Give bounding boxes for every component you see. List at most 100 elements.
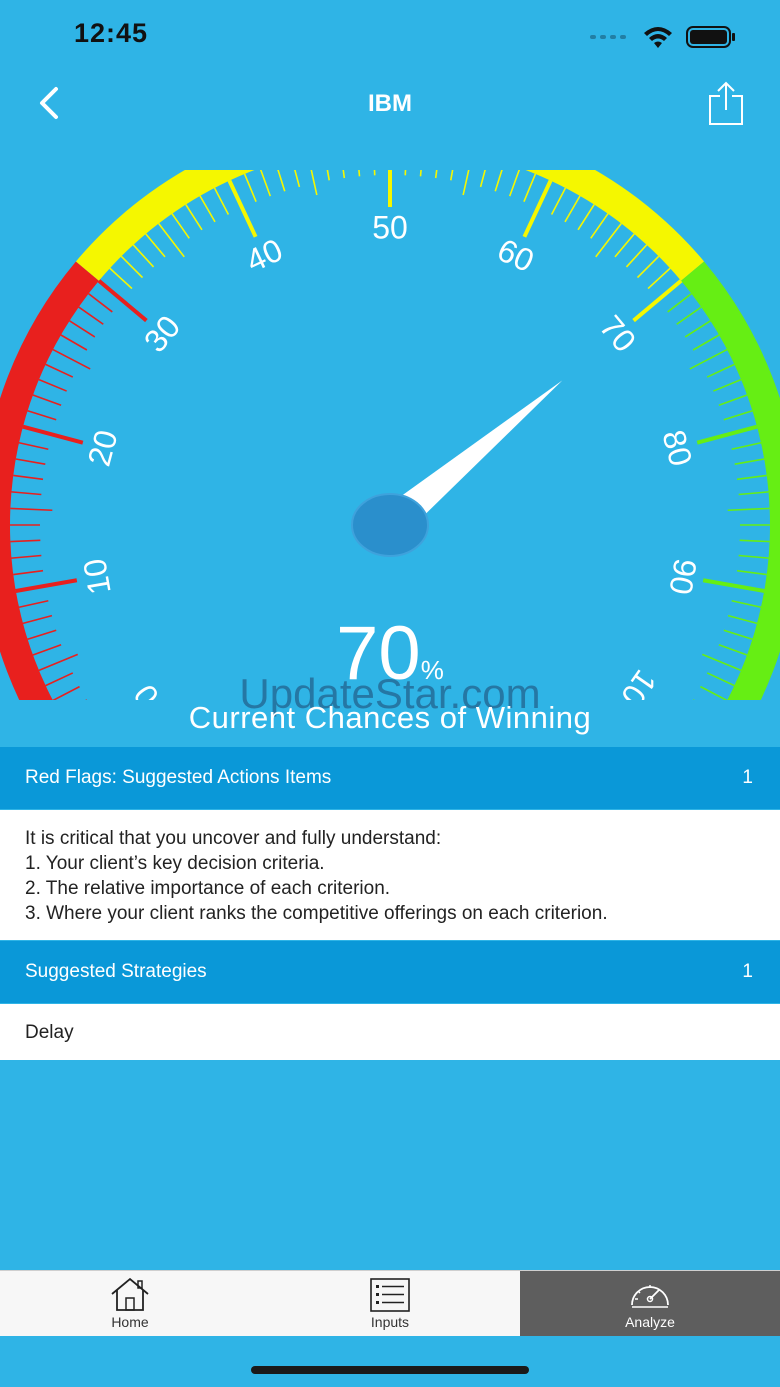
red-flags-line: 1. Your client’s key decision criteria. — [25, 853, 325, 874]
gauge-minor-tick — [171, 213, 190, 239]
gauge-minor-tick — [731, 441, 762, 451]
gauge-minor-tick — [11, 554, 42, 559]
strategies-title: Suggested Strategies — [25, 961, 207, 982]
gauge-minor-tick — [523, 173, 537, 202]
speedometer-icon — [631, 1285, 669, 1308]
wifi-icon — [644, 27, 672, 48]
gauge-minor-tick — [692, 334, 720, 351]
gauge-major-tick — [702, 578, 765, 593]
status-bar: 12:45 — [0, 0, 780, 70]
gauge-minor-tick — [15, 458, 46, 466]
navigation-bar: IBM — [0, 72, 780, 136]
gauge-minor-tick — [199, 195, 216, 223]
red-flags-line: 2. The relative importance of each crite… — [25, 878, 391, 899]
gauge-minor-tick — [132, 244, 155, 268]
gauge-minor-tick — [462, 170, 470, 196]
gauge-minor-tick — [667, 293, 692, 313]
gauge-minor-tick — [590, 213, 609, 239]
gauge-minor-tick — [27, 409, 57, 421]
gauge-tick-label: 90 — [662, 556, 704, 597]
gauge-minor-tick — [109, 267, 133, 290]
gauge-major-tick — [696, 424, 758, 445]
tab-analyze[interactable]: Analyze — [520, 1271, 780, 1336]
gauge-minor-tick — [358, 170, 361, 177]
gauge-tick-label: 50 — [372, 209, 408, 245]
gauge-minor-tick — [595, 223, 622, 258]
gauge-minor-tick — [449, 170, 454, 181]
red-flags-body: It is critical that you uncover and full… — [0, 810, 780, 940]
home-indicator — [251, 1366, 529, 1374]
gauge-major-tick — [97, 279, 148, 323]
gauge-minor-tick — [727, 507, 770, 512]
gauge-minor-tick — [494, 170, 503, 192]
strategies-header[interactable]: Suggested Strategies 1 — [0, 941, 780, 1003]
gauge-caption: Current Chances of Winning — [188, 700, 592, 735]
status-time: 12:45 — [74, 18, 149, 48]
page-title: IBM — [368, 90, 412, 117]
gauge-minor-tick — [731, 599, 762, 609]
home-icon — [111, 1277, 149, 1311]
gauge-minor-tick — [145, 233, 166, 258]
gauge-minor-tick — [738, 554, 769, 559]
gauge-minor-tick — [45, 363, 74, 378]
gauge-minor-tick — [684, 320, 711, 338]
gauge-minor-tick — [213, 187, 230, 215]
tab-analyze-label: Analyze — [625, 1314, 675, 1330]
gauge-minor-tick — [78, 306, 104, 325]
gauge-minor-tick — [88, 293, 113, 313]
gauge-minor-tick — [636, 255, 660, 279]
gauge-minor-tick — [243, 173, 257, 202]
share-button[interactable] — [706, 80, 746, 126]
gauge-minor-tick — [577, 204, 595, 231]
gauge-minor-tick — [739, 539, 770, 543]
gauge-minor-tick — [10, 507, 53, 512]
gauge-minor-tick — [259, 170, 272, 197]
gauge-minor-tick — [13, 474, 44, 481]
red-flags-line: It is critical that you uncover and full… — [25, 828, 442, 849]
gauge-minor-tick — [508, 170, 521, 197]
gauge-major-tick — [632, 279, 683, 323]
red-flags-title: Red Flags: Suggested Actions Items — [25, 767, 332, 788]
gauge-minor-tick — [69, 320, 96, 338]
gauge-minor-tick — [294, 170, 301, 188]
gauge-minor-tick — [614, 233, 635, 258]
gauge-tick-label: 10 — [76, 556, 118, 597]
strategies-count: 1 — [742, 961, 753, 982]
red-flags-line: 3. Where your client ranks the competiti… — [25, 903, 608, 924]
gauge-minor-tick — [625, 244, 648, 268]
gauge-minor-tick — [342, 170, 346, 179]
gauge-minor-tick — [706, 363, 735, 378]
gauge-minor-tick — [11, 491, 42, 496]
gauge-minor-tick — [310, 170, 318, 196]
gauge-minor-tick — [434, 170, 438, 179]
gauge-minor-tick — [736, 569, 767, 576]
gauge-tick-label: 60 — [492, 231, 539, 279]
gauge-minor-tick — [419, 170, 422, 177]
gauge-minor-tick — [738, 491, 769, 496]
gauge-minor-tick — [689, 348, 728, 370]
tab-bar: Home Inputs Analyze — [0, 1270, 780, 1336]
gauge-minor-tick — [718, 394, 748, 407]
gauge-tick-label: 80 — [655, 426, 699, 470]
tab-home[interactable]: Home — [0, 1271, 260, 1336]
tab-inputs[interactable]: Inputs — [260, 1271, 520, 1336]
gauge-minor-tick — [647, 267, 671, 290]
gauge-minor-tick — [326, 170, 331, 181]
gauge-minor-tick — [52, 348, 91, 370]
win-chance-gauge: 0 10 20 30 40 50 60 70 80 90 100 70% UpdateStar.co… — [0, 170, 780, 735]
gauge-tick-label: 30 — [137, 309, 187, 359]
gauge-minor-tick — [13, 569, 44, 576]
gauge-tick-label: 40 — [241, 231, 288, 279]
gauge-tick-label: 20 — [81, 426, 125, 470]
gauge-minor-tick — [404, 170, 407, 176]
gauge-tick-label: 70 — [593, 309, 643, 359]
tab-inputs-label: Inputs — [370, 1314, 410, 1330]
gauge-minor-tick — [734, 458, 765, 466]
red-flags-header[interactable]: Red Flags: Suggested Actions Items 1 — [0, 747, 780, 809]
gauge-minor-tick — [676, 306, 702, 325]
gauge-minor-tick — [120, 255, 144, 279]
gauge-minor-tick — [277, 170, 286, 192]
gauge-minor-tick — [32, 394, 62, 407]
strategy-item[interactable]: Delay — [25, 1020, 755, 1045]
gauge-major-tick — [15, 578, 78, 593]
